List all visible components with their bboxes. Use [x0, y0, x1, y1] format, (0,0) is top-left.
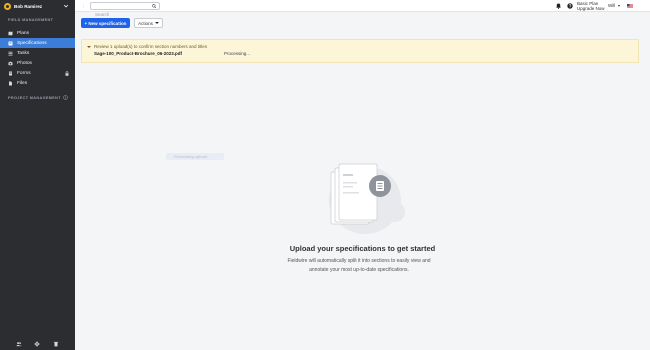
forms-icon [9, 71, 12, 75]
sidebar-item-label: Forms [17, 70, 31, 76]
upload-file-name: Sage-100_Product-Brochure_06-2023.pdf [94, 51, 183, 56]
caret-down-icon [618, 4, 621, 7]
user-menu[interactable]: Bob Ramirez [0, 0, 75, 13]
more-vertical-icon[interactable] [82, 4, 85, 9]
sidebar-item-label: Tasks [17, 50, 30, 56]
main-content: + New specification Actions Review 1 upl… [75, 12, 650, 350]
photos-icon [8, 61, 13, 65]
empty-state-title: Upload your specifications to get starte… [289, 244, 436, 253]
upload-review-banner: Review 1 upload(s) to confirm section nu… [81, 39, 639, 63]
user-short-name: Will [608, 3, 616, 8]
sidebar-item-plans[interactable]: Plans [0, 28, 75, 38]
sidebar: Bob Ramirez FIELD MANAGEMENT Plans Speci… [0, 0, 75, 350]
specifications-illustration [329, 163, 405, 234]
collapse-triangle-icon [87, 45, 91, 48]
sidebar-item-files[interactable]: Files [0, 78, 75, 88]
new-specification-button[interactable]: + New specification [81, 18, 130, 28]
trash-icon[interactable] [53, 341, 59, 347]
search-box [90, 1, 160, 17]
gear-icon[interactable] [34, 341, 41, 347]
bell-icon[interactable] [556, 3, 561, 9]
us-flag-icon[interactable] [627, 4, 633, 8]
info-icon[interactable] [63, 95, 68, 100]
sidebar-item-label: Files [17, 80, 28, 86]
actions-label: Actions [138, 20, 153, 26]
section-project-management-label: PROJECT MANAGEMENT [8, 95, 61, 100]
sidebar-footer [0, 341, 75, 347]
plans-icon [8, 31, 13, 35]
top-bar: Basic Plan Upgrade Now Will [75, 0, 650, 17]
search-icon[interactable] [151, 3, 157, 9]
tasks-icon [8, 51, 13, 55]
section-field-management: FIELD MANAGEMENT [8, 18, 54, 22]
review-text: Review 1 upload(s) to confirm section nu… [94, 44, 208, 49]
caret-down-icon [154, 22, 159, 24]
sidebar-item-label: Plans [17, 30, 29, 36]
sidebar-item-forms[interactable]: Forms [0, 68, 75, 78]
section-project-management: PROJECT MANAGEMENT [0, 95, 68, 100]
people-icon[interactable] [16, 341, 22, 347]
avatar [4, 3, 11, 10]
help-icon[interactable] [567, 3, 573, 9]
plan-info[interactable]: Basic Plan Upgrade Now [577, 1, 605, 11]
review-toggle[interactable]: Review 1 upload(s) to confirm section nu… [87, 44, 207, 49]
sidebar-item-specifications[interactable]: Specifications [0, 38, 75, 48]
processing-placeholder: Processing upload [166, 153, 224, 160]
chevron-down-icon[interactable] [63, 3, 69, 9]
lock-icon [65, 70, 69, 76]
files-icon [9, 81, 12, 85]
user-name: Bob Ramirez [14, 4, 43, 9]
upgrade-link[interactable]: Upgrade Now [577, 6, 605, 11]
actions-dropdown[interactable]: Actions [134, 18, 163, 28]
empty-state-description: Fieldwire will automatically split it in… [287, 258, 431, 273]
user-dropdown[interactable]: Will [608, 3, 621, 8]
sidebar-item-label: Specifications [17, 40, 47, 46]
sidebar-nav: Plans Specifications Tasks Photos Forms … [0, 28, 75, 88]
sidebar-item-label: Photos [17, 60, 32, 66]
specifications-icon [8, 41, 13, 45]
sidebar-item-photos[interactable]: Photos [0, 58, 75, 68]
upload-status: Processing... [224, 51, 251, 56]
sidebar-item-tasks[interactable]: Tasks [0, 48, 75, 58]
